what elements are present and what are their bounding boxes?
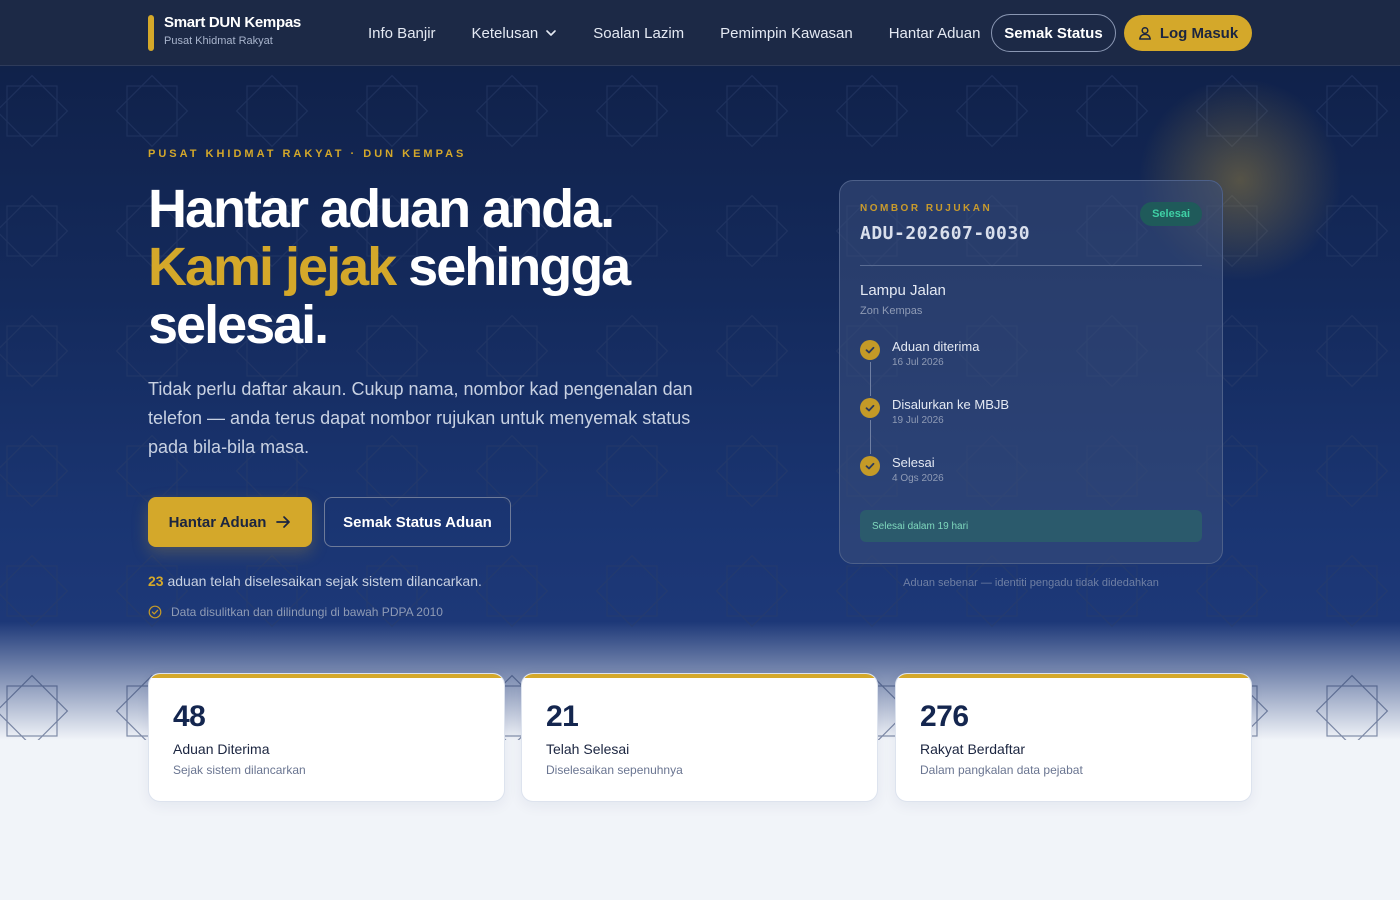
hero-eyebrow: PUSAT KHIDMAT RAKYAT · DUN KEMPAS [148,148,467,160]
stat-accent-bar [522,674,877,678]
timeline-step: Aduan diterima 16 Jul 2026 [860,339,1200,396]
stat-value: 21 [546,700,579,733]
nav-link-pemimpin-kawasan[interactable]: Pemimpin Kawasan [720,25,853,42]
login-button[interactable]: Log Masuk [1124,15,1252,51]
brand-subtitle: Pusat Khidmat Rakyat [164,35,273,47]
complaint-title: Lampu Jalan [860,282,946,299]
pdpa-text: Data disulitkan dan dilindungi di bawah … [171,605,443,619]
timeline-connector [870,362,871,396]
resolved-count-label: aduan telah diselesaikan sejak sistem di… [167,573,482,589]
step-title: Disalurkan ke MBJB [892,397,1010,412]
headline-line1: Hantar aduan anda. [148,179,615,239]
stat-subtitle: Diselesaikan sepenuhnya [546,763,683,777]
stat-value: 48 [173,700,206,733]
hero-description: Tidak perlu daftar akaun. Cukup nama, no… [148,379,693,457]
resolved-count-text: 23 aduan telah diselesaikan sejak sistem… [148,573,482,589]
arrow-right-icon [276,516,291,528]
stat-card-received: 48 Aduan Diterima Sejak sistem dilancark… [148,673,505,802]
step-date: 16 Jul 2026 [892,357,944,368]
brand[interactable]: Smart DUN Kempas Pusat Khidmat Rakyat [148,14,301,52]
brand-accent-bar [148,15,154,51]
stat-accent-bar [896,674,1251,678]
stat-subtitle: Sejak sistem dilancarkan [173,763,306,777]
pdpa-notice: Data disulitkan dan dilindungi di bawah … [148,605,443,619]
stat-label: Telah Selesai [546,741,630,757]
login-button-label: Log Masuk [1159,24,1239,42]
card-caption: Aduan sebenar — identiti pengadu tidak d… [903,577,1159,589]
navbar: Smart DUN Kempas Pusat Khidmat Rakyat In… [0,0,1400,66]
headline-highlight: Kami jejak [148,237,397,297]
chevron-down-icon [546,30,557,36]
nav-link-info-banjir[interactable]: Info Banjir [368,25,436,42]
nav-link-hantar-aduan[interactable]: Hantar Aduan [889,25,981,42]
check-icon [860,398,880,418]
step-title: Aduan diterima [892,339,980,354]
hero-headline: Hantar aduan anda. Kami jejak sehingga s… [148,180,768,354]
stat-card-resolved: 21 Telah Selesai Diselesaikan sepenuhnya [521,673,878,802]
check-icon [860,340,880,360]
nav-link-ketelusan-label: Ketelusan [471,24,539,42]
stat-subtitle: Dalam pangkalan data pejabat [920,763,1083,777]
brand-title: Smart DUN Kempas [164,14,301,31]
nav-links: Info Banjir Ketelusan Soalan Lazim Pemim… [368,0,1016,66]
reference-label: NOMBOR RUJUKAN [860,203,993,214]
stat-label: Aduan Diterima [173,741,270,757]
nav-link-soalan-lazim[interactable]: Soalan Lazim [593,25,684,42]
step-date: 19 Jul 2026 [892,415,944,426]
stat-label: Rakyat Berdaftar [920,741,1026,757]
reference-number: ADU-202607-0030 [860,223,1031,244]
timeline-connector [870,420,871,454]
tracking-card: NOMBOR RUJUKAN Selesai ADU-202607-0030 L… [839,180,1223,564]
submit-complaint-button[interactable]: Hantar Aduan [148,497,312,547]
check-icon [860,456,880,476]
check-complaint-status-button[interactable]: Semak Status Aduan [324,497,511,547]
submit-complaint-label: Hantar Aduan [168,513,267,531]
user-icon [1138,26,1151,40]
check-status-button[interactable]: Semak Status [991,14,1116,52]
step-title: Selesai [892,455,935,470]
complaint-zone: Zon Kempas [860,305,923,317]
status-badge: Selesai [1140,202,1202,226]
step-date: 4 Ogs 2026 [892,473,944,484]
resolution-summary: Selesai dalam 19 hari [860,510,1202,542]
stat-card-registered: 276 Rakyat Berdaftar Dalam pangkalan dat… [895,673,1252,802]
timeline-step: Disalurkan ke MBJB 19 Jul 2026 [860,397,1200,454]
stat-value: 276 [920,700,969,733]
timeline-step: Selesai 4 Ogs 2026 [860,455,1200,496]
resolved-count: 23 [148,573,164,589]
nav-link-ketelusan[interactable]: Ketelusan [472,25,558,42]
stat-accent-bar [149,674,504,678]
shield-check-icon [148,605,162,619]
card-divider [860,265,1202,266]
